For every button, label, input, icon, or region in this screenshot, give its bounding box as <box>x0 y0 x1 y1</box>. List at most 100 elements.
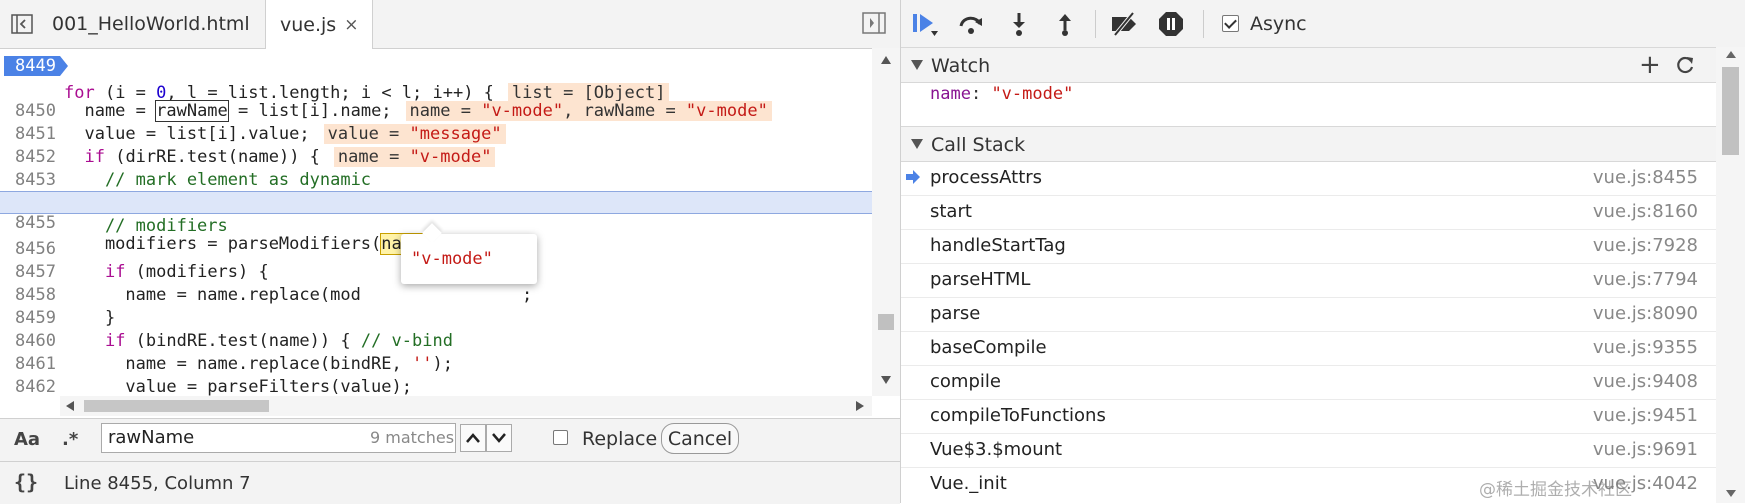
step-into-icon <box>1013 13 1025 36</box>
scroll-up-icon[interactable] <box>881 56 891 64</box>
sidebar-scrollbar[interactable] <box>1716 47 1745 503</box>
match-case-button[interactable]: Aa <box>14 429 40 450</box>
replace-checkbox[interactable] <box>553 430 568 445</box>
cancel-button[interactable]: Cancel <box>661 423 739 454</box>
frame-name: compileToFunctions <box>930 405 1106 426</box>
code-line-breakpoint: 8449 name = rawName = list[i].name; name … <box>0 54 872 122</box>
scroll-right-icon[interactable] <box>856 401 864 411</box>
pause-on-exceptions-icon <box>1159 12 1183 36</box>
tab-label: 001_HelloWorld.html <box>52 13 250 35</box>
search-bar: Aa .* rawName 9 matches Replace Cancel <box>0 418 900 461</box>
regex-button[interactable]: .* <box>62 429 78 450</box>
deactivate-breakpoints-icon <box>1112 12 1136 36</box>
chevron-down-icon <box>492 433 506 443</box>
scrollbar-thumb[interactable] <box>878 314 894 330</box>
tab-vue-js[interactable]: vue.js × <box>265 0 374 49</box>
code-line: 8454 // modifiers <box>0 169 872 236</box>
toolbar-separator <box>1203 10 1204 38</box>
call-frame[interactable]: parseHTML vue.js:7794 <box>901 263 1716 298</box>
step-out-icon <box>1059 14 1071 36</box>
frame-name: compile <box>930 371 1001 392</box>
toggle-debugger-icon[interactable] <box>862 12 888 36</box>
code-line: 8459 if (bindRE.test(name)) { // v-bind <box>0 284 872 351</box>
editor-vertical-scrollbar[interactable] <box>872 48 900 396</box>
frame-location[interactable]: vue.js:9691 <box>1593 439 1698 460</box>
frame-location[interactable]: vue.js:9408 <box>1593 371 1698 392</box>
frame-location[interactable]: vue.js:9355 <box>1593 337 1698 358</box>
resume-icon <box>913 14 938 36</box>
frame-name: processAttrs <box>930 167 1043 188</box>
async-label: Async <box>1250 13 1307 35</box>
call-frame[interactable]: compile vue.js:9408 <box>901 365 1716 400</box>
frame-location[interactable]: vue.js:7794 <box>1593 269 1698 290</box>
code-line-current: 8455 modifiers = parseModifiers(name); <box>0 191 872 255</box>
editor-horizontal-scrollbar[interactable] <box>60 396 872 416</box>
search-next-button[interactable] <box>486 424 512 452</box>
watermark: @稀土掘金技术社区 <box>1479 480 1632 500</box>
watch-title: Watch <box>931 55 991 77</box>
call-frame[interactable]: Vue$3.$mount vue.js:9691 <box>901 433 1716 468</box>
async-checkbox[interactable] <box>1222 15 1239 32</box>
toggle-navigator-icon[interactable] <box>8 10 36 38</box>
call-frame[interactable]: start vue.js:8160 <box>901 195 1716 230</box>
frame-name: parseHTML <box>930 269 1031 290</box>
tab-label: vue.js <box>280 13 337 36</box>
call-frame[interactable]: handleStartTag vue.js:7928 <box>901 229 1716 264</box>
frame-name: parse <box>930 303 981 324</box>
call-frame[interactable]: compileToFunctions vue.js:9451 <box>901 399 1716 434</box>
step-over-icon <box>959 16 982 34</box>
step-out-button[interactable] <box>1051 10 1079 38</box>
cursor-position: Line 8455, Column 7 <box>64 473 251 494</box>
scroll-up-icon[interactable] <box>1726 51 1736 58</box>
scroll-down-icon[interactable] <box>881 376 891 384</box>
refresh-icon[interactable] <box>1674 55 1696 77</box>
watch-value: "v-mode" <box>991 84 1074 104</box>
scroll-left-icon[interactable] <box>66 401 74 411</box>
tab-hello-world[interactable]: 001_HelloWorld.html <box>38 0 264 48</box>
callstack-title: Call Stack <box>931 134 1026 156</box>
step-into-button[interactable] <box>1005 10 1033 38</box>
code-line: 8450 value = list[i].value; value = "mess… <box>0 77 872 144</box>
debugger-toolbar: Async <box>901 0 1745 48</box>
frame-location[interactable]: vue.js:7928 <box>1593 235 1698 256</box>
pretty-print-button[interactable]: {} <box>14 470 38 494</box>
frame-location[interactable]: vue.js:8455 <box>1593 167 1698 188</box>
popover-value: "v-mode" <box>411 249 493 269</box>
call-frame[interactable]: baseCompile vue.js:9355 <box>901 331 1716 366</box>
call-frame[interactable]: parse vue.js:8090 <box>901 297 1716 332</box>
frame-name: start <box>930 201 972 222</box>
watch-expression[interactable]: name: "v-mode" <box>930 84 1073 104</box>
pause-on-exceptions-button[interactable] <box>1157 10 1185 38</box>
callstack-section-header[interactable]: Call Stack <box>901 126 1716 162</box>
watch-separator: : <box>970 84 992 104</box>
call-frame[interactable]: processAttrs vue.js:8455 <box>901 161 1716 196</box>
scrollbar-thumb[interactable] <box>84 400 269 412</box>
close-icon[interactable]: × <box>344 15 358 35</box>
search-prev-button[interactable] <box>460 424 486 452</box>
code-editor[interactable]: 8448 for (i = 0, l = list.length; i < l;… <box>0 48 900 396</box>
code-line: 8461 value = parseFilters(value); <box>0 330 872 396</box>
replace-label: Replace <box>582 428 658 450</box>
toolbar-separator <box>1095 10 1096 38</box>
watch-section-header[interactable]: Watch + <box>901 47 1716 83</box>
deactivate-breakpoints-button[interactable] <box>1109 10 1137 38</box>
breakpoint-marker[interactable]: 8449 <box>4 56 68 76</box>
code-line: 8462 isProp = false; <box>0 353 872 396</box>
editor-tabs: 001_HelloWorld.html vue.js × <box>0 0 900 49</box>
frame-location[interactable]: vue.js:8160 <box>1593 201 1698 222</box>
chevron-down-icon <box>911 60 923 70</box>
code-line: 8451 if (dirRE.test(name)) {name = "v-mo… <box>0 100 872 167</box>
step-over-button[interactable] <box>957 10 985 38</box>
devtools-sources-panel: 001_HelloWorld.html vue.js × 8448 for (i … <box>0 0 1745 504</box>
scroll-down-icon[interactable] <box>1726 490 1736 497</box>
resume-button[interactable] <box>911 10 939 38</box>
debugger-sidebar: Async Watch + name: "v-mode" Call Stack … <box>901 0 1745 503</box>
code-line: 8463 if (modifiers) { <box>0 376 872 396</box>
scrollbar-thumb[interactable] <box>1722 67 1739 155</box>
frame-location[interactable]: vue.js:9451 <box>1593 405 1698 426</box>
frame-name: handleStartTag <box>930 235 1066 256</box>
frame-location[interactable]: vue.js:8090 <box>1593 303 1698 324</box>
current-frame-arrow-icon <box>906 170 920 184</box>
add-watch-button[interactable]: + <box>1639 50 1661 80</box>
code-line: 8452 // mark element as dynamic <box>0 123 872 190</box>
